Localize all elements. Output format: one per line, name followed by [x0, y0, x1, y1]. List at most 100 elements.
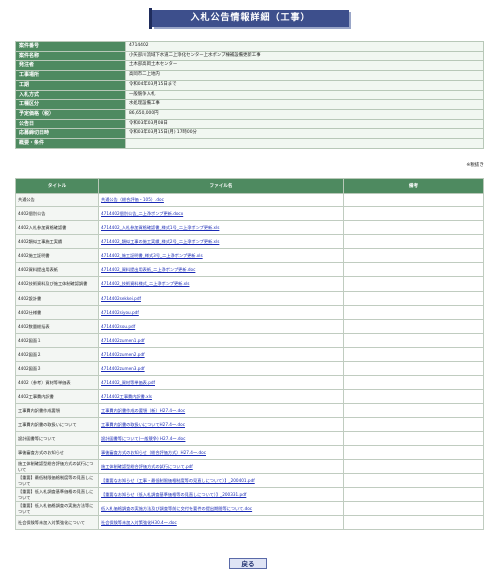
file-title: 4402数量総括表 — [15, 319, 99, 334]
file-link[interactable]: 4714402zumen3.pdf — [101, 366, 145, 371]
file-title: 4402図面２ — [15, 347, 99, 362]
file-link[interactable]: 4714402個別公告_二上浄ポンプ更新.docx — [101, 211, 183, 216]
info-label: 工期 — [15, 79, 126, 91]
file-link[interactable]: 4714402_施工証明書_様式3号_二上浄ポンプ更新.xls — [101, 253, 203, 258]
file-note — [343, 248, 484, 263]
file-title: 設計図書等について — [15, 431, 99, 446]
file-link[interactable]: 4714402sekkei.pdf — [101, 296, 141, 301]
file-link[interactable]: 4714402zumen2.pdf — [101, 352, 145, 357]
file-cell: 共通公告（総合評価・105）.doc — [98, 193, 344, 207]
file-title: 共通公告 — [15, 193, 99, 207]
info-value: 小矢部川流域下水道二上浄化センター上水ポンプ棟補設備更新工事 — [125, 50, 484, 62]
info-row: 応募締切日時 令和03年03月15日(月) 17時00分 — [15, 128, 484, 140]
file-cell: 社会保険等未加入対策強化H30.4〜.doc — [98, 515, 344, 530]
file-link[interactable]: 4714402sou.pdf — [101, 324, 135, 329]
file-title: 4402図面１ — [15, 333, 99, 348]
info-row: 発注者 土木部高岡土木センター — [15, 60, 484, 72]
file-note — [343, 319, 484, 334]
file-title: 工事費内訳書作成要領 — [15, 403, 99, 418]
file-link[interactable]: 4714402zumen1.pdf — [101, 338, 145, 343]
file-note — [343, 417, 484, 432]
file-title: 4402設計書 — [15, 291, 99, 306]
file-note — [343, 459, 484, 474]
file-note — [343, 487, 484, 502]
file-title: 【重要】低入札調査基準価格の見直しについて — [15, 487, 99, 502]
info-value: 水処理設備工事 — [125, 99, 484, 110]
file-link[interactable]: 事後審査方式のお知らせ（総合評価方式）H27.4〜.doc — [101, 450, 206, 455]
info-label: 公告日 — [15, 118, 126, 130]
file-title: 4402施工証明書 — [15, 248, 99, 263]
file-title: 4402技術資料及び施工体制確認調書 — [15, 276, 99, 292]
files-table: タイトル ファイル名 備考 共通公告 共通公告（総合評価・105）.doc 4402… — [15, 178, 484, 530]
file-link[interactable]: 共通公告（総合評価・105）.doc — [101, 197, 164, 202]
info-row: 入札方式 一般競争入札 — [15, 89, 484, 101]
info-row: 工事場所 高岡市二上地内 — [15, 70, 484, 81]
file-row: 4402（参考）資材等単価表 4714402_資材等単価表.pdf — [15, 375, 484, 390]
file-link[interactable]: 4714402_資材等単価表.pdf — [101, 380, 155, 385]
file-note — [343, 220, 484, 235]
column-header-title: タイトル — [15, 178, 99, 194]
info-value: 86,650,000円 — [125, 108, 484, 120]
file-link[interactable]: 4714402_技術資料様式_二上浄ポンプ更新.xls — [101, 281, 190, 286]
info-table: 案件番号 4714402 案件名称 小矢部川流域下水道二上浄化センター上水ポンプ棟補設… — [15, 41, 484, 149]
info-row: 工種区分 水処理設備工事 — [15, 99, 484, 110]
file-row: 社会保険等未加入対策強化について 社会保険等未加入対策強化H30.4〜.doc — [15, 515, 484, 530]
file-title: 4402工事費内訳書 — [15, 389, 99, 404]
info-row: 公告日 令和03年03月08日 — [15, 118, 484, 130]
info-label: 案件番号 — [15, 41, 126, 52]
file-note — [343, 361, 484, 376]
file-link[interactable]: 工事費内訳書の取扱いについてH27.4〜.doc — [101, 422, 185, 427]
file-link[interactable]: 【重要なお知らせ（工事・最低制限価格制度等の見直しについて）】_200401.p… — [101, 478, 255, 483]
file-link[interactable]: 社会保険等未加入対策強化H30.4〜.doc — [101, 520, 177, 525]
file-cell: 工事費内訳書の取扱いについてH27.4〜.doc — [98, 417, 344, 432]
file-cell: 施工体制確認型総合評価方式の試行について.pdf — [98, 459, 344, 474]
back-button[interactable]: 戻る — [229, 558, 267, 569]
file-row: 4402個別公告 4714402個別公告_二上浄ポンプ更新.docx — [15, 206, 484, 221]
file-row: 工事費内訳書の取扱いについて 工事費内訳書の取扱いについてH27.4〜.doc — [15, 417, 484, 432]
file-cell: 事後審査方式のお知らせ（総合評価方式）H27.4〜.doc — [98, 445, 344, 460]
info-value: 令和03年03月08日 — [125, 118, 484, 130]
file-cell: 【重要なお知らせ（工事・最低制限価格制度等の見直しについて）】_200401.p… — [98, 473, 344, 488]
file-title: 事後審査方式のお知らせ — [15, 445, 99, 460]
info-label: 入札方式 — [15, 89, 126, 101]
file-note — [343, 347, 484, 362]
info-label: 概要・条件 — [15, 138, 126, 149]
file-row: 施工体制確認型総合評価方式の試行について 施工体制確認型総合評価方式の試行について… — [15, 459, 484, 474]
file-note — [343, 501, 484, 516]
info-value: 土木部高岡土木センター — [125, 60, 484, 72]
file-link[interactable]: 低入札価格調査の実施方法及び調査等前に交付を要件の提出期間等について.doc — [101, 506, 252, 511]
file-cell: 4714402siyou.pdf — [98, 305, 344, 320]
file-note — [343, 291, 484, 306]
file-row: 4402数量総括表 4714402sou.pdf — [15, 319, 484, 334]
info-label: 案件名称 — [15, 50, 126, 62]
file-cell: 設計図書等について(一般競争) H27.4〜.doc — [98, 431, 344, 446]
file-cell: 低入札価格調査の実施方法及び調査等前に交付を要件の提出期間等について.doc — [98, 501, 344, 516]
file-link[interactable]: 4714402_入札参加資格確認書_様式1号_二上浄ポンプ更新.xls — [101, 225, 219, 230]
info-value — [125, 138, 484, 149]
file-link[interactable]: 【重要なお知らせ（低入札調査基準価格等の見直しについて）】_200331.pdf — [101, 492, 246, 497]
file-note — [343, 403, 484, 418]
file-row: 4402入札参加資格確認書 4714402_入札参加資格確認書_様式1号_二上浄ポ… — [15, 220, 484, 235]
file-link[interactable]: 4714402siyou.pdf — [101, 310, 139, 315]
file-row: 4402施工証明書 4714402_施工証明書_様式3号_二上浄ポンプ更新.xls — [15, 248, 484, 263]
file-cell: 4714402sou.pdf — [98, 319, 344, 334]
file-link[interactable]: 工事費内訳書作成の要領（新）H27.4〜.doc — [101, 408, 185, 413]
file-row: 工事費内訳書作成要領 工事費内訳書作成の要領（新）H27.4〜.doc — [15, 403, 484, 418]
file-cell: 4714402個別公告_二上浄ポンプ更新.docx — [98, 206, 344, 221]
file-row: 【重要】低入札価格調査の実施方法等について 低入札価格調査の実施方法及び調査等前に… — [15, 501, 484, 516]
file-link[interactable]: 施工体制確認型総合評価方式の試行について.pdf — [101, 464, 193, 469]
file-title: 4402類似工事施工実績 — [15, 234, 99, 249]
file-link[interactable]: 4714402工事費内訳書.xls — [101, 394, 152, 399]
file-row: 【重要】低入札調査基準価格の見直しについて 【重要なお知らせ（低入札調査基準価格等… — [15, 487, 484, 502]
file-row: 4402類似工事施工実績 4714402_類似工事の施工実績_様式2号_二上浄ポン… — [15, 234, 484, 249]
file-link[interactable]: 4714402_類似工事の施工実績_様式2号_二上浄ポンプ更新.xls — [101, 239, 219, 244]
file-note — [343, 193, 484, 207]
info-row: 案件名称 小矢部川流域下水道二上浄化センター上水ポンプ棟補設備更新工事 — [15, 50, 484, 62]
file-cell: 4714402_施工証明書_様式3号_二上浄ポンプ更新.xls — [98, 248, 344, 263]
info-label: 工種区分 — [15, 99, 126, 110]
files-header-row: タイトル ファイル名 備考 — [15, 178, 484, 194]
file-row: 4402図面２ 4714402zumen2.pdf — [15, 347, 484, 362]
file-link[interactable]: 設計図書等について(一般競争) H27.4〜.doc — [101, 436, 185, 441]
file-link[interactable]: 4714402_資料提出用表紙_二上浄ポンプ更新.doc — [101, 267, 195, 272]
file-title: 4402入札参加資格確認書 — [15, 220, 99, 235]
